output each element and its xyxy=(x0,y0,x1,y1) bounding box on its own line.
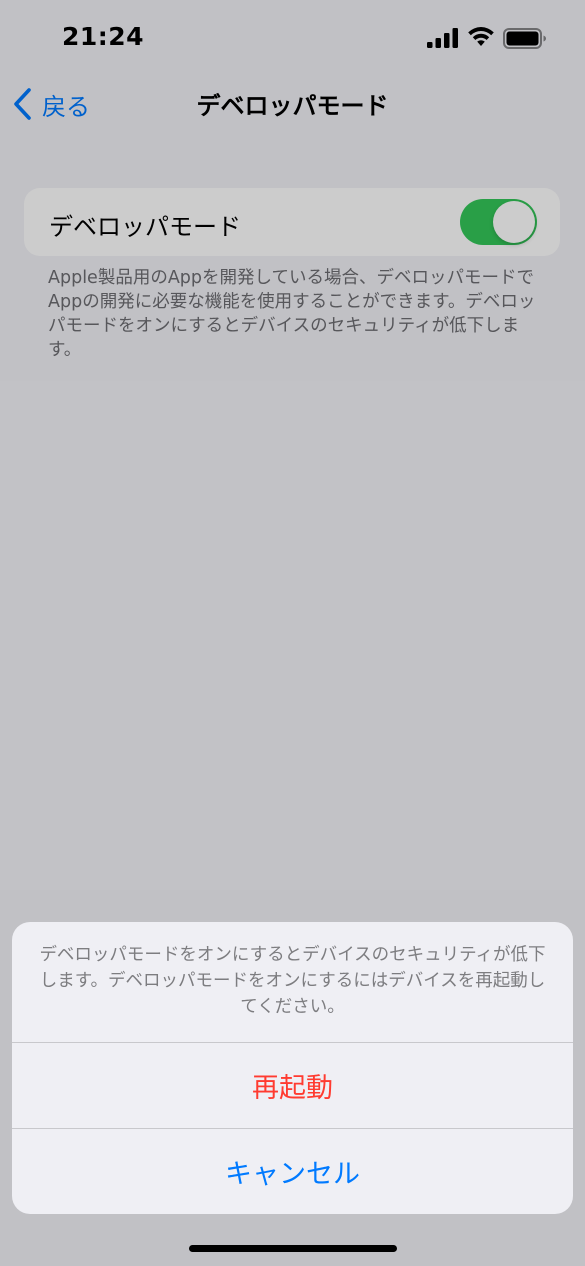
settings-screen: 21:24 戻る デベロッパモード デベロッパモード Apple製品用のAppを… xyxy=(0,0,585,1266)
restart-button[interactable]: 再起動 xyxy=(12,1043,573,1127)
cancel-button[interactable]: キャンセル xyxy=(12,1129,573,1213)
action-sheet-message: デベロッパモードをオンにするとデバイスのセキュリティが低下します。デベロッパモー… xyxy=(39,945,546,1017)
restart-action-sheet: デベロッパモードをオンにするとデバイスのセキュリティが低下します。デベロッパモー… xyxy=(12,922,573,1214)
home-indicator[interactable] xyxy=(189,1245,397,1252)
